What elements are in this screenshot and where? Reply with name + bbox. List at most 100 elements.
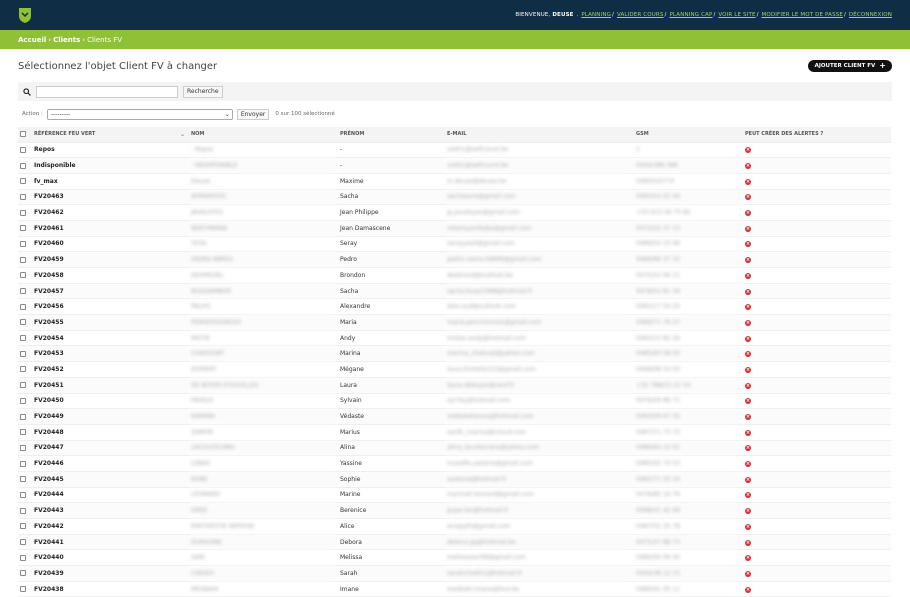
cell-ref-link[interactable]: FV20455 — [32, 314, 189, 331]
table-row[interactable]: FV20460 YESIL Seray serayyesil@gmail.com 048… — [18, 236, 891, 253]
table-row[interactable]: Repos - Repos - cedric@selfcount.be 1 × — [18, 142, 891, 159]
cell-ref-link[interactable]: FV20456 — [32, 298, 189, 316]
row-checkbox[interactable] — [20, 382, 26, 389]
cell-ref-link[interactable]: FV20451 — [32, 377, 189, 394]
select-all-checkbox[interactable] — [20, 131, 26, 137]
table-row[interactable]: FV20438 MESBAHI Imane mesbahi.imane@live.be… — [18, 581, 891, 597]
row-checkbox[interactable] — [20, 429, 26, 436]
cell-ref-link[interactable]: Repos — [32, 142, 189, 159]
table-row[interactable]: FV20459 VIEIRA ABREU Pedro pedro.vieira.048… — [18, 251, 891, 268]
row-checkbox[interactable] — [20, 256, 26, 263]
link-valider-cours[interactable]: VALIDER COURS — [617, 12, 664, 18]
column-header-gsm[interactable]: GSM — [634, 127, 743, 143]
table-row[interactable]: FV20443 GREE Berenice pupe-lan@hotmail.fr 04… — [18, 502, 891, 519]
search-input[interactable] — [36, 85, 178, 98]
column-header-ref[interactable]: RÉFÉRENCE FEU VERT ⌄ — [32, 127, 189, 143]
row-checkbox[interactable] — [20, 162, 26, 169]
cell-ref-link[interactable]: FV20461 — [32, 220, 189, 237]
table-row[interactable]: FV20441 DURGONE Debora debora.gq@hotmail.be… — [18, 534, 891, 551]
row-checkbox[interactable] — [20, 586, 26, 593]
column-header-nom[interactable]: NOM — [189, 127, 338, 143]
link-planning[interactable]: PLANNING — [581, 12, 611, 18]
row-checkbox[interactable] — [20, 460, 26, 467]
table-row[interactable]: FV20453 CHASSIVAT Marina marina_chalsval@ya… — [18, 345, 891, 363]
row-checkbox[interactable] — [20, 240, 26, 247]
row-checkbox[interactable] — [20, 366, 26, 373]
logo-icon[interactable] — [18, 7, 32, 24]
row-checkbox[interactable] — [20, 193, 26, 200]
table-row[interactable]: FV20452 DOMERT Mégane laura.fontella123@gma… — [18, 361, 891, 378]
cell-ref-link[interactable]: fv_max — [32, 173, 189, 190]
table-row[interactable]: FV20448 ZANFIR Marius zanfir_marius@icloud.… — [18, 424, 891, 441]
cell-ref-link[interactable]: FV20449 — [32, 408, 189, 425]
row-checkbox[interactable] — [20, 209, 26, 216]
cell-ref-link[interactable]: FV20454 — [32, 330, 189, 347]
table-row[interactable]: FV20454 MOTIE Andy motse-andy@hotmail.com 04… — [18, 330, 891, 347]
table-row[interactable]: Indisponible - INDISPONIBLE - cedric@selfco… — [18, 157, 891, 174]
cell-ref-link[interactable]: FV20450 — [32, 393, 189, 410]
table-row[interactable]: FV20442 EMITOESTIE NIPDIYAI Alice anispyth@… — [18, 518, 891, 535]
row-checkbox[interactable] — [20, 319, 26, 326]
cell-ref-link[interactable]: FV20462 — [32, 204, 189, 221]
row-checkbox[interactable] — [20, 335, 26, 342]
table-row[interactable]: FV20439 CHEIKH Sarah sarahcheikh1@hotmail.f… — [18, 565, 891, 582]
row-checkbox[interactable] — [20, 507, 26, 514]
row-checkbox[interactable] — [20, 476, 26, 483]
cell-ref-link[interactable]: FV20439 — [32, 565, 189, 582]
table-row[interactable]: FV20451 DE BOYER D'EGUILLES Laura laura.deb… — [18, 377, 891, 394]
row-checkbox[interactable] — [20, 554, 26, 561]
table-row[interactable]: FV20450 FAYAUX Sylvain syl-fay@hotmail.com 0… — [18, 393, 891, 410]
row-checkbox[interactable] — [20, 272, 26, 279]
row-checkbox[interactable] — [20, 350, 26, 357]
table-row[interactable]: FV20447 LACULESCANU Alina alina_laculescanu… — [18, 440, 891, 457]
cell-ref-link[interactable]: FV20438 — [32, 581, 189, 597]
cell-ref-link[interactable]: FV20445 — [32, 471, 189, 488]
row-checkbox[interactable] — [20, 413, 26, 420]
row-checkbox[interactable] — [20, 146, 26, 153]
cell-ref-link[interactable]: FV20460 — [32, 236, 189, 253]
cell-ref-link[interactable]: FV20443 — [32, 502, 189, 519]
row-checkbox[interactable] — [20, 303, 26, 310]
cell-ref-link[interactable]: FV20446 — [32, 455, 189, 472]
cell-ref-link[interactable]: FV20442 — [32, 518, 189, 535]
link-deconnexion[interactable]: DÉCONNEXION — [849, 12, 892, 18]
row-checkbox[interactable] — [20, 570, 26, 577]
link-modifier-mot-de-passe[interactable]: MODIFIER LE MOT DE PASSE — [762, 12, 843, 18]
breadcrumb-app[interactable]: Clients — [53, 36, 80, 44]
row-checkbox[interactable] — [20, 397, 26, 404]
table-row[interactable]: FV20445 KONE Sophie ssokone@hotmail.fr 0465/… — [18, 471, 891, 488]
cell-ref-link[interactable]: FV20447 — [32, 440, 189, 457]
cell-ref-link[interactable]: FV20448 — [32, 424, 189, 441]
cell-ref-link[interactable]: FV20444 — [32, 487, 189, 504]
table-row[interactable]: FV20462 JAVALOYES Jean Philippe jp.javaloye… — [18, 204, 891, 221]
table-row[interactable]: FV20461 NDEYIMANA Jean Damascene ndiamyamba… — [18, 220, 891, 237]
row-checkbox[interactable] — [20, 491, 26, 498]
cell-ref-link[interactable]: FV20463 — [32, 189, 189, 206]
table-row[interactable]: FV20444 LÉONARD Marine marine0.leonard@gmai… — [18, 487, 891, 504]
cell-ref-link[interactable]: FV20457 — [32, 283, 189, 300]
row-checkbox[interactable] — [20, 178, 26, 185]
row-checkbox[interactable] — [20, 288, 26, 295]
table-row[interactable]: FV20446 LEBAS Yassine musafie.yassine@gmail… — [18, 455, 891, 472]
column-header-alertes[interactable]: PEUT CRÉER DES ALERTES ? — [743, 127, 891, 143]
table-row[interactable]: FV20458 DESMEDEL Brondon desbrand@outlook.b… — [18, 267, 891, 284]
table-row[interactable]: FV20456 PALIFE Alexandre Alex-sud@outlook.c… — [18, 298, 891, 316]
cell-ref-link[interactable]: FV20458 — [32, 267, 189, 284]
row-checkbox[interactable] — [20, 444, 26, 451]
add-client-fv-button[interactable]: AJOUTER CLIENT FV + — [807, 60, 892, 72]
envoyer-button[interactable]: Envoyer — [236, 108, 270, 120]
cell-ref-link[interactable]: FV20452 — [32, 361, 189, 378]
table-row[interactable]: FV20440 SARI Melissa melissasari08@gmail.co… — [18, 549, 891, 567]
table-row[interactable]: FV20449 KARARA Védaste vedastekarara@hotmai… — [18, 408, 891, 425]
column-header-prenom[interactable]: PRÉNOM — [338, 127, 445, 143]
row-checkbox[interactable] — [20, 523, 26, 530]
action-select[interactable]: --------- ⌄ — [46, 108, 233, 120]
cell-ref-link[interactable]: FV20453 — [32, 345, 189, 363]
table-row[interactable]: FV20455 PENVERGONCKX Maria maria.pencinonck… — [18, 314, 891, 331]
cell-ref-link[interactable]: Indisponible — [32, 157, 189, 174]
cell-ref-link[interactable]: FV20459 — [32, 251, 189, 268]
breadcrumb-home[interactable]: Accueil — [18, 36, 46, 44]
table-row[interactable]: FV20457 BUSSAIMBOR Sacha sacha.bussi1988@ho… — [18, 283, 891, 300]
link-planning-cap[interactable]: PLANNING CAP — [669, 12, 712, 18]
row-checkbox[interactable] — [20, 539, 26, 546]
